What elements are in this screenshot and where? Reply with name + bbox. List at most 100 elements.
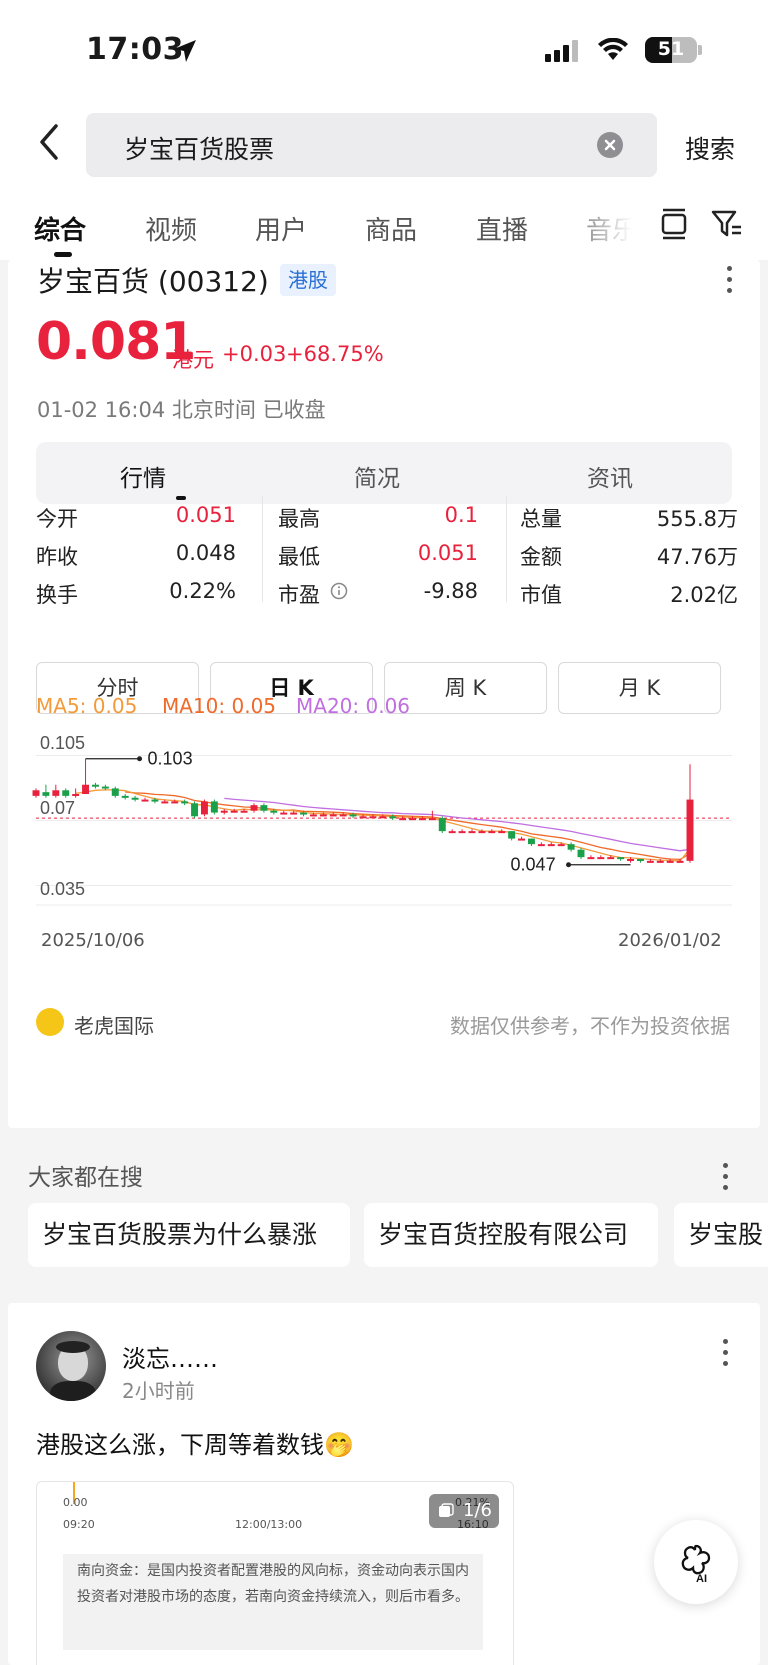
image-count: 1/6 [463,1500,492,1521]
layout-switch-icon[interactable] [660,208,688,240]
tab-video[interactable]: 视频 [145,210,197,247]
status-bar: 17:03 51 [0,0,768,100]
candle [399,818,407,821]
post-username[interactable]: 淡忘…… [122,1339,218,1374]
candle [636,859,644,861]
candle [62,790,70,796]
candle [587,857,595,860]
candle [537,844,545,847]
category-tabs: 综合 视频 用户 商品 直播 音乐 [0,190,768,260]
candle [141,799,149,802]
data-source-name: 老虎国际 [74,1014,154,1038]
candle [478,831,486,834]
quote-value: 0.051 [417,541,478,565]
candle [111,788,119,796]
post-text: 港股这么涨，下周等着数钱🤭 [36,1431,354,1459]
candle [656,860,664,863]
y-tick-label: 0.105 [40,733,85,753]
stock-card[interactable]: 岁宝百货 (00312) 港股 0.081 港元 +0.03 +68.75% 0… [8,260,760,1128]
candle [230,810,238,813]
candle [468,831,476,834]
x-end-label: 2026/01/02 [618,930,722,951]
ai-assistant-button[interactable]: AI [654,1520,738,1604]
post-card[interactable]: 淡忘…… 2小时前 港股这么涨，下周等着数钱🤭 0.00 09:20 12:00… [8,1303,760,1665]
period-monthly-button[interactable]: 月 K [558,662,721,714]
post-more-icon[interactable] [722,1339,730,1369]
candle [349,814,357,817]
avatar[interactable] [36,1331,106,1401]
tab-all[interactable]: 综合 [34,210,86,247]
tab-products[interactable]: 商品 [365,210,417,247]
low-marker-dot [566,862,572,868]
stock-subtabs: 行情 简况 资讯 [36,442,732,504]
quote-label: 市值 [520,583,562,607]
quote-label: 总量 [520,507,562,531]
candle [270,810,278,813]
candle [220,810,228,813]
candle [438,818,446,832]
ma5-line [75,789,691,862]
candle [498,831,506,834]
quote-value: 0.22% [169,579,236,603]
ma5-label: MA5: 0.05 [36,694,138,718]
hot-search-chip[interactable]: 岁宝百货控股有限公司 [364,1203,658,1267]
more-options-icon[interactable] [726,266,734,296]
candle [379,816,387,819]
candle [686,799,694,861]
filter-icon[interactable] [710,208,744,240]
candle [339,814,347,817]
cellular-signal-icon [545,40,578,62]
price-change: +0.03 [222,342,287,366]
candle [627,859,635,861]
candle [488,831,496,834]
search-input[interactable]: 岁宝百货股票 [86,113,657,177]
candle [607,857,615,860]
candle [567,844,575,850]
candle [309,814,317,817]
hot-search-more-icon[interactable] [722,1163,730,1193]
y-tick-label: 0.035 [40,879,85,899]
back-arrow-icon[interactable] [30,120,70,164]
wifi-icon [598,38,628,60]
candle [418,818,426,821]
quote-value: 0.048 [175,541,236,565]
candle [250,805,258,811]
image-note: 南向资金：是国内投资者配置港股的风向标，资金动向表示国内投资者对港股市场的态度，… [63,1554,483,1650]
ma20-label: MA20: 0.06 [296,694,411,718]
high-marker-label: 0.103 [148,749,193,769]
clear-search-icon[interactable] [597,132,623,158]
quote-label: 金额 [520,545,562,569]
search-button[interactable]: 搜索 [685,130,735,166]
candle [547,844,555,847]
post-image[interactable]: 0.00 09:20 12:00/13:00 0.21% 16:10 南向资金：… [36,1481,514,1665]
tab-users[interactable]: 用户 [255,210,307,247]
candle [260,805,268,811]
hot-search-chip[interactable]: 岁宝股 [674,1203,768,1267]
candle [52,790,60,796]
hot-search-chip[interactable]: 岁宝百货股票为什么暴涨 [28,1203,350,1267]
candle [91,784,99,787]
tab-live[interactable]: 直播 [476,210,528,247]
candle [409,818,417,821]
ma10-line [125,791,691,861]
subtab-news[interactable]: 资讯 [587,459,633,493]
candle [389,816,397,819]
candle [597,857,605,860]
tiger-brokers-logo [36,1008,64,1036]
subtab-market[interactable]: 行情 [120,459,166,493]
candlestick-chart[interactable]: 0.105 0.07 0.035 0.103 0.047 [8,725,760,925]
quote-label: 市盈 [278,583,320,607]
image-axis-label: 12:00/13:00 [235,1518,303,1531]
info-icon[interactable] [330,582,348,600]
quote-value: 47.76万 [656,545,738,569]
price-change-percent: +68.75% [286,342,384,366]
candle [121,795,129,798]
candle [181,801,189,804]
candle [557,844,565,847]
subtab-overview[interactable]: 简况 [354,459,400,493]
search-query: 岁宝百货股票 [124,135,275,164]
price-currency: 港元 [172,348,214,372]
ai-icon: AI [681,1544,711,1584]
candle [518,838,526,841]
image-axis-label: 09:20 [63,1518,95,1531]
